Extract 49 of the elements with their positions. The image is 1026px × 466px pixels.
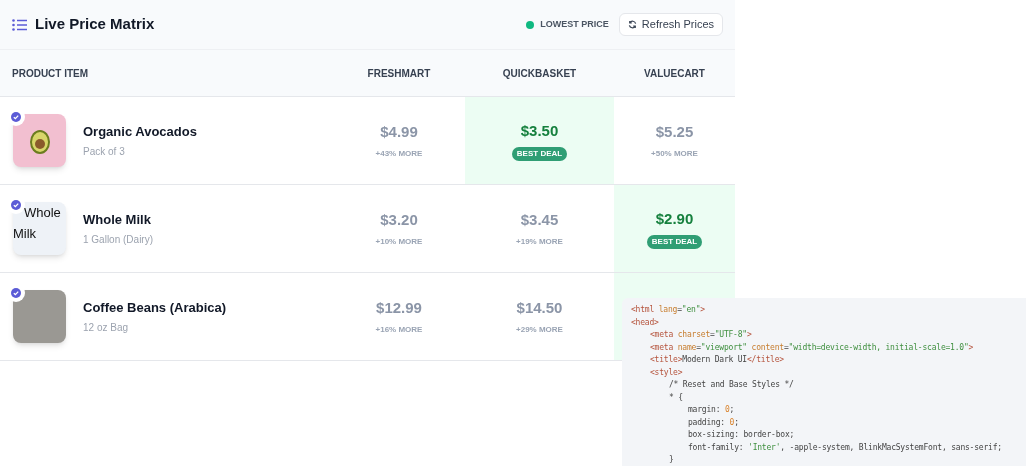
price-difference: +43% MORE [375, 147, 423, 160]
refresh-button[interactable]: Refresh Prices [618, 13, 723, 36]
price: $2.90 [655, 209, 694, 230]
price: $5.25 [655, 122, 694, 143]
code-line: /* Reset and Base Styles */ [669, 379, 795, 391]
price: $14.50 [516, 298, 563, 319]
code-line: margin: 0; [688, 404, 736, 416]
image-alt-text: Whole Milk [13, 202, 66, 255]
refresh-icon [627, 20, 637, 29]
price-difference: +29% MORE [516, 323, 563, 336]
column-header: QUICKBASKET [502, 67, 577, 79]
product-name: Whole Milk [83, 210, 152, 229]
product-name: Organic Avocados [83, 122, 197, 141]
photo-placeholder [13, 290, 66, 343]
code-line: <meta charset="UTF-8"> [650, 329, 753, 341]
code-line: box-sizing: border-box; [688, 429, 796, 441]
price: $3.20 [380, 210, 418, 231]
product-detail: Pack of 3 [83, 145, 126, 160]
price: $12.99 [376, 298, 422, 319]
check-icon [11, 200, 21, 210]
price: $3.45 [520, 210, 559, 231]
list-icon [12, 18, 27, 31]
product-detail: 12 oz Bag [83, 321, 130, 336]
code-line: <head> [631, 316, 660, 329]
code-line: } [669, 454, 675, 466]
column-header: PRODUCT ITEM [12, 67, 89, 79]
code-line: padding: 0; [688, 416, 740, 429]
check-icon [11, 288, 21, 298]
page-title: Live Price Matrix [35, 14, 155, 35]
code-line: <html lang="en"> [631, 304, 706, 316]
product-name: Coffee Beans (Arabica) [83, 298, 227, 317]
price-difference: +10% MORE [375, 235, 423, 248]
price: $4.99 [380, 122, 418, 143]
code-line: * { [669, 391, 684, 404]
code-line: <meta name="viewport" content="width=device-width, initial-scale=1.0"> [650, 341, 975, 354]
price: $3.50 [520, 121, 559, 142]
check-icon [11, 112, 21, 122]
price-difference: +16% MORE [375, 323, 423, 336]
legend-label: LOWEST PRICE [540, 17, 609, 31]
code-line: <title>Modern Dark UI</title> [650, 354, 785, 366]
code-line: font-family: 'Inter', -apple-system, BlinkMacSystemFont, sans-serif; [688, 441, 1003, 454]
price-difference: +50% MORE [651, 147, 698, 160]
product-detail: 1 Gallon (Dairy) [83, 233, 154, 248]
price-difference: +19% MORE [516, 235, 563, 248]
best-deal-badge: BEST DEAL [511, 146, 568, 161]
column-header: VALUECART [644, 67, 705, 79]
column-header: FRESHMART [367, 67, 431, 79]
code-line: <style> [650, 366, 684, 379]
best-deal-badge: BEST DEAL [646, 234, 703, 249]
